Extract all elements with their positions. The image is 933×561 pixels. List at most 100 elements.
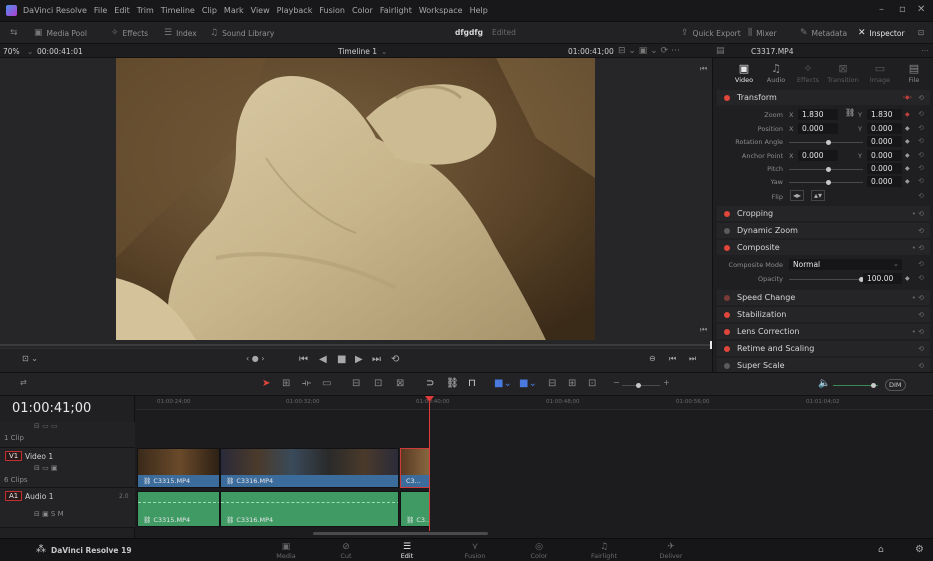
menu-color[interactable]: Color	[352, 6, 373, 15]
in-point-icon[interactable]: ⏮	[669, 354, 676, 364]
rotation-keyframe-icon[interactable]: ◆	[905, 138, 910, 145]
blade-tool-icon[interactable]: ▭	[322, 378, 331, 389]
stop-icon[interactable]: ■	[337, 354, 346, 365]
insert-clip-icon[interactable]: ⊟	[352, 378, 360, 389]
stabilization-reset-icon[interactable]: ⟲	[918, 311, 924, 319]
super-scale-enable-dot[interactable]	[724, 362, 730, 369]
anchor-keyframe-icon[interactable]: ◆	[905, 152, 910, 159]
dynamic-zoom-enable-dot[interactable]	[724, 227, 730, 234]
more-options-icon[interactable]: ⋯	[921, 46, 929, 55]
viewer-size-icon[interactable]: ⊡ ⌄	[22, 354, 38, 363]
overwrite-clip-icon[interactable]: ⊡	[374, 378, 382, 389]
page-fairlight[interactable]: ♫ Fairlight	[584, 543, 624, 561]
inspector-button[interactable]: ✕ Inspector	[858, 28, 905, 38]
step-back-icon[interactable]: ◀	[319, 354, 327, 365]
section-lens-correction[interactable]: Lens Correction • ⟲	[717, 324, 930, 339]
super-scale-reset-icon[interactable]: ⟲	[918, 362, 924, 370]
flip-vertical-icon[interactable]: ▴▾	[811, 190, 826, 201]
video-frame[interactable]	[116, 58, 595, 340]
menu-mark[interactable]: Mark	[224, 6, 244, 15]
menu-workspace[interactable]: Workspace	[419, 6, 463, 15]
video-clip-1[interactable]: ⛓ C3315.MP4	[137, 448, 220, 488]
zoom-keyframe-icon[interactable]: ◆	[905, 111, 910, 118]
loop-icon[interactable]: ⟲	[391, 354, 399, 365]
page-cut[interactable]: ⊘ Cut	[326, 543, 366, 561]
speed-change-reset-icon[interactable]: • ⟲	[912, 294, 924, 302]
effects-button[interactable]: ✧ Effects	[111, 28, 148, 38]
cropping-enable-dot[interactable]	[724, 210, 730, 217]
timeline-scrollbar[interactable]	[313, 532, 488, 535]
tab-image[interactable]: ▭ Image	[863, 62, 897, 84]
track-a1-controls-icon[interactable]: ⊟ ▣ S M	[34, 510, 64, 518]
section-composite[interactable]: Composite • ⟲	[717, 240, 930, 255]
linked-selection-icon[interactable]: ⛓	[446, 378, 459, 389]
jog-control-icon[interactable]: ‹ ● ›	[246, 354, 264, 363]
page-edit[interactable]: ☰ Edit	[387, 543, 427, 561]
anchor-x-field[interactable]: 0.000	[798, 150, 838, 161]
page-media[interactable]: ▣ Media	[266, 543, 306, 561]
pitch-field[interactable]: 0.000	[867, 163, 902, 174]
menu-view[interactable]: View	[251, 6, 270, 15]
snapping-icon[interactable]: ⊃	[426, 378, 434, 389]
maximize-icon[interactable]: ▫	[899, 4, 906, 15]
metadata-button[interactable]: ✎ Metadata	[800, 28, 847, 38]
zoom-full-icon[interactable]: ⊟	[548, 378, 556, 389]
volume-icon[interactable]: 🔈	[818, 378, 830, 389]
tab-audio[interactable]: ♫ Audio	[759, 62, 793, 84]
dynamic-trim-icon[interactable]: ⟛	[302, 378, 311, 389]
play-icon[interactable]: ▶	[355, 354, 363, 365]
opacity-slider[interactable]	[789, 277, 864, 282]
zoom-y-field[interactable]: 1.830	[867, 109, 902, 120]
keyframe-icon[interactable]: ‹◆›	[903, 94, 912, 101]
track-v1-controls-icon[interactable]: ⊟ ▭ ▣	[34, 464, 58, 472]
menu-playback[interactable]: Playback	[277, 6, 313, 15]
composite-reset-icon[interactable]: • ⟲	[912, 244, 924, 252]
anchor-y-field[interactable]: 0.000	[867, 150, 902, 161]
opacity-keyframe-icon[interactable]: ◆	[905, 275, 910, 282]
audio-clip-1[interactable]: ⛓ C3315.MP4	[137, 491, 220, 527]
tab-effects[interactable]: ✧ Effects	[791, 62, 825, 84]
expand-icon[interactable]: ⊡	[918, 28, 924, 37]
zoom-x-field[interactable]: 1.830	[798, 109, 838, 120]
menu-help[interactable]: Help	[470, 6, 488, 15]
close-icon[interactable]: ✕	[917, 4, 925, 15]
timeline-ruler[interactable]: 01:00:24;00 01:00:32;00 01:00:40;00 01:0…	[136, 396, 933, 410]
media-pool-button[interactable]: ▣ Media Pool	[34, 28, 87, 38]
audio-clip-2[interactable]: ⛓ C3316.MP4	[220, 491, 399, 527]
rotation-reset-icon[interactable]: ⟲	[918, 137, 924, 145]
composite-mode-dropdown-icon[interactable]: ⌄	[893, 260, 899, 268]
opacity-field[interactable]: 100.00	[863, 273, 902, 284]
retime-scaling-enable-dot[interactable]	[724, 345, 730, 352]
zoom-out-icon[interactable]: −	[613, 378, 620, 387]
trim-tool-icon[interactable]: ⊞	[282, 378, 290, 389]
settings-gear-icon[interactable]: ⚙	[915, 544, 924, 555]
flip-reset-icon[interactable]: ⟲	[918, 192, 924, 200]
panel-layout-icon[interactable]: ⇆	[10, 28, 22, 38]
dynamic-zoom-reset-icon[interactable]: ⟲	[918, 227, 924, 235]
yaw-reset-icon[interactable]: ⟲	[918, 177, 924, 185]
composite-mode-select[interactable]: Normal	[789, 259, 902, 270]
position-x-field[interactable]: 0.000	[798, 123, 838, 134]
section-dynamic-zoom[interactable]: Dynamic Zoom ⟲	[717, 223, 930, 238]
tab-video[interactable]: ▣ Video	[727, 62, 761, 84]
zoom-detail-icon[interactable]: ⊞	[568, 378, 576, 389]
track-v1-badge[interactable]: V1	[5, 451, 23, 461]
pitch-reset-icon[interactable]: ⟲	[918, 164, 924, 172]
zoom-in-icon[interactable]: +	[663, 378, 670, 387]
track-v2-controls-icon[interactable]: ⊟ ▭ ▭	[34, 422, 58, 430]
zoom-custom-icon[interactable]: ⊡	[588, 378, 596, 389]
selection-tool-icon[interactable]: ➤	[262, 378, 270, 389]
minimize-icon[interactable]: –	[879, 4, 884, 15]
menu-timeline[interactable]: Timeline	[161, 6, 195, 15]
track-v1-name[interactable]: Video 1	[25, 452, 53, 461]
speed-change-enable-dot[interactable]	[724, 294, 730, 301]
retime-scaling-reset-icon[interactable]: ⟲	[918, 345, 924, 353]
menu-fusion[interactable]: Fusion	[319, 6, 345, 15]
master-volume-slider[interactable]	[833, 383, 878, 388]
section-transform[interactable]: Transform ‹◆› ⟲	[717, 90, 930, 105]
cropping-reset-icon[interactable]: • ⟲	[912, 210, 924, 218]
page-fusion[interactable]: ⋎ Fusion	[455, 543, 495, 561]
page-color[interactable]: ◎ Color	[519, 543, 559, 561]
flag-icon[interactable]: ■⌄	[494, 378, 512, 389]
timeline-dropdown-icon[interactable]: ⌄	[381, 47, 387, 56]
